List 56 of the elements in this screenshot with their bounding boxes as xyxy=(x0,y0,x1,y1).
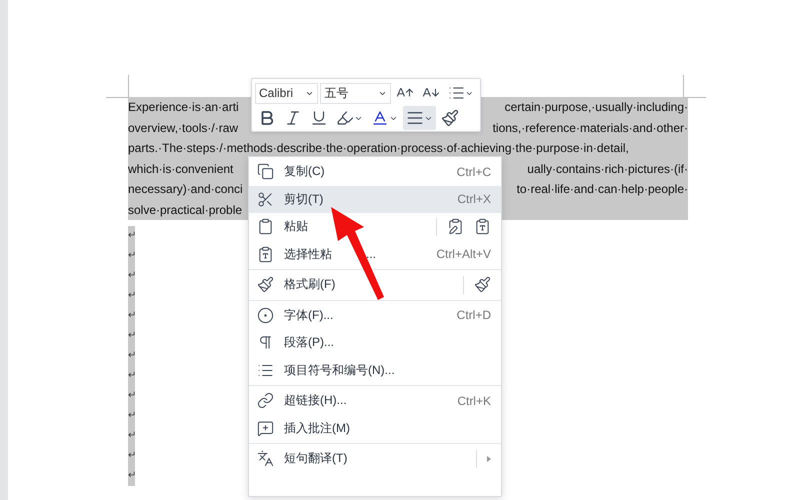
document-text: necessary)·and·conci xyxy=(128,182,243,196)
copy-icon xyxy=(257,163,274,180)
align-icon xyxy=(406,109,424,127)
menu-item[interactable]: 选择性粘 ... Ctrl+Alt+V xyxy=(249,240,501,268)
paragraph-mark: ↵ xyxy=(128,246,135,266)
font-dropdown[interactable]: Calibri xyxy=(255,82,318,104)
menu-item[interactable]: 超链接(H)... Ctrl+K xyxy=(249,387,501,414)
document-text: certain·purpose,·usually·including· xyxy=(504,100,688,114)
paragraph-mark: ↵ xyxy=(128,266,135,286)
document-text: tions,·reference·materials·and·other· xyxy=(492,120,688,135)
italic-icon xyxy=(284,109,302,127)
margin-corner-mark xyxy=(106,75,129,98)
document-text: parts.·The·steps·/·methods·describe·the·operation·process·of·achieving·the·purpose·in·detail, xyxy=(128,141,630,156)
menu-item[interactable]: 段落(P)... xyxy=(249,329,501,356)
paste-edit-icon[interactable] xyxy=(447,218,464,236)
paragraph-mark: ↵ xyxy=(128,446,135,466)
paragraph-mark: ↵ xyxy=(128,466,135,486)
paragraph-mark: ↵ xyxy=(128,226,135,246)
paragraph-mark: ↵ xyxy=(128,386,135,406)
highlighter-icon xyxy=(336,109,354,127)
menu-item[interactable]: 复制(C) Ctrl+C xyxy=(249,158,501,186)
format-painter-icon xyxy=(441,109,459,127)
document-text: Experience·is·an·arti xyxy=(128,100,239,114)
document-text: overview,·tools·/·raw xyxy=(128,120,238,135)
paragraph-mark: ↵ xyxy=(128,326,135,346)
menu-item[interactable]: 项目符号和编号(N)... xyxy=(249,356,501,384)
document-text: ually·contains·rich·pictures·(if· xyxy=(527,162,688,176)
font-icon xyxy=(257,306,274,324)
scissors-icon xyxy=(257,190,274,208)
comment-icon xyxy=(257,420,274,437)
paragraph-icon xyxy=(257,334,274,352)
submenu-arrow-icon xyxy=(487,456,491,462)
paragraph-mark: ↵ xyxy=(128,406,135,426)
paragraph-mark: ↵ xyxy=(128,306,135,326)
menu-item[interactable]: 插入批注(M) xyxy=(249,414,501,442)
brush-icon xyxy=(257,276,274,294)
paste-text-icon[interactable] xyxy=(474,218,491,236)
clipboard-icon xyxy=(257,246,274,263)
paragraph-mark: ↵ xyxy=(128,346,135,366)
paragraph-mark: ↵ xyxy=(128,426,135,446)
menu-item[interactable]: 短句翻译(T) xyxy=(249,445,501,472)
document-text: which·is·convenient xyxy=(128,162,234,176)
brush-icon[interactable] xyxy=(474,276,491,294)
link-icon xyxy=(257,392,274,410)
underline-icon xyxy=(310,109,328,127)
font-color-icon xyxy=(371,109,389,127)
clipboard-icon xyxy=(257,218,274,236)
paragraph-mark: ↵ xyxy=(128,366,135,386)
paragraph-mark: ↵ xyxy=(128,286,135,306)
menu-item[interactable]: 剪切(T) Ctrl+X xyxy=(249,186,501,213)
document-text: solve·practical·proble xyxy=(128,202,242,217)
align-button[interactable] xyxy=(403,106,436,130)
menu-item[interactable]: 字体(F)... Ctrl+D xyxy=(249,302,501,329)
document-text: to·real·life·and·can·help·people· xyxy=(516,182,688,196)
translate-icon xyxy=(257,450,274,468)
font-size-dropdown[interactable]: 五号 xyxy=(320,82,392,104)
